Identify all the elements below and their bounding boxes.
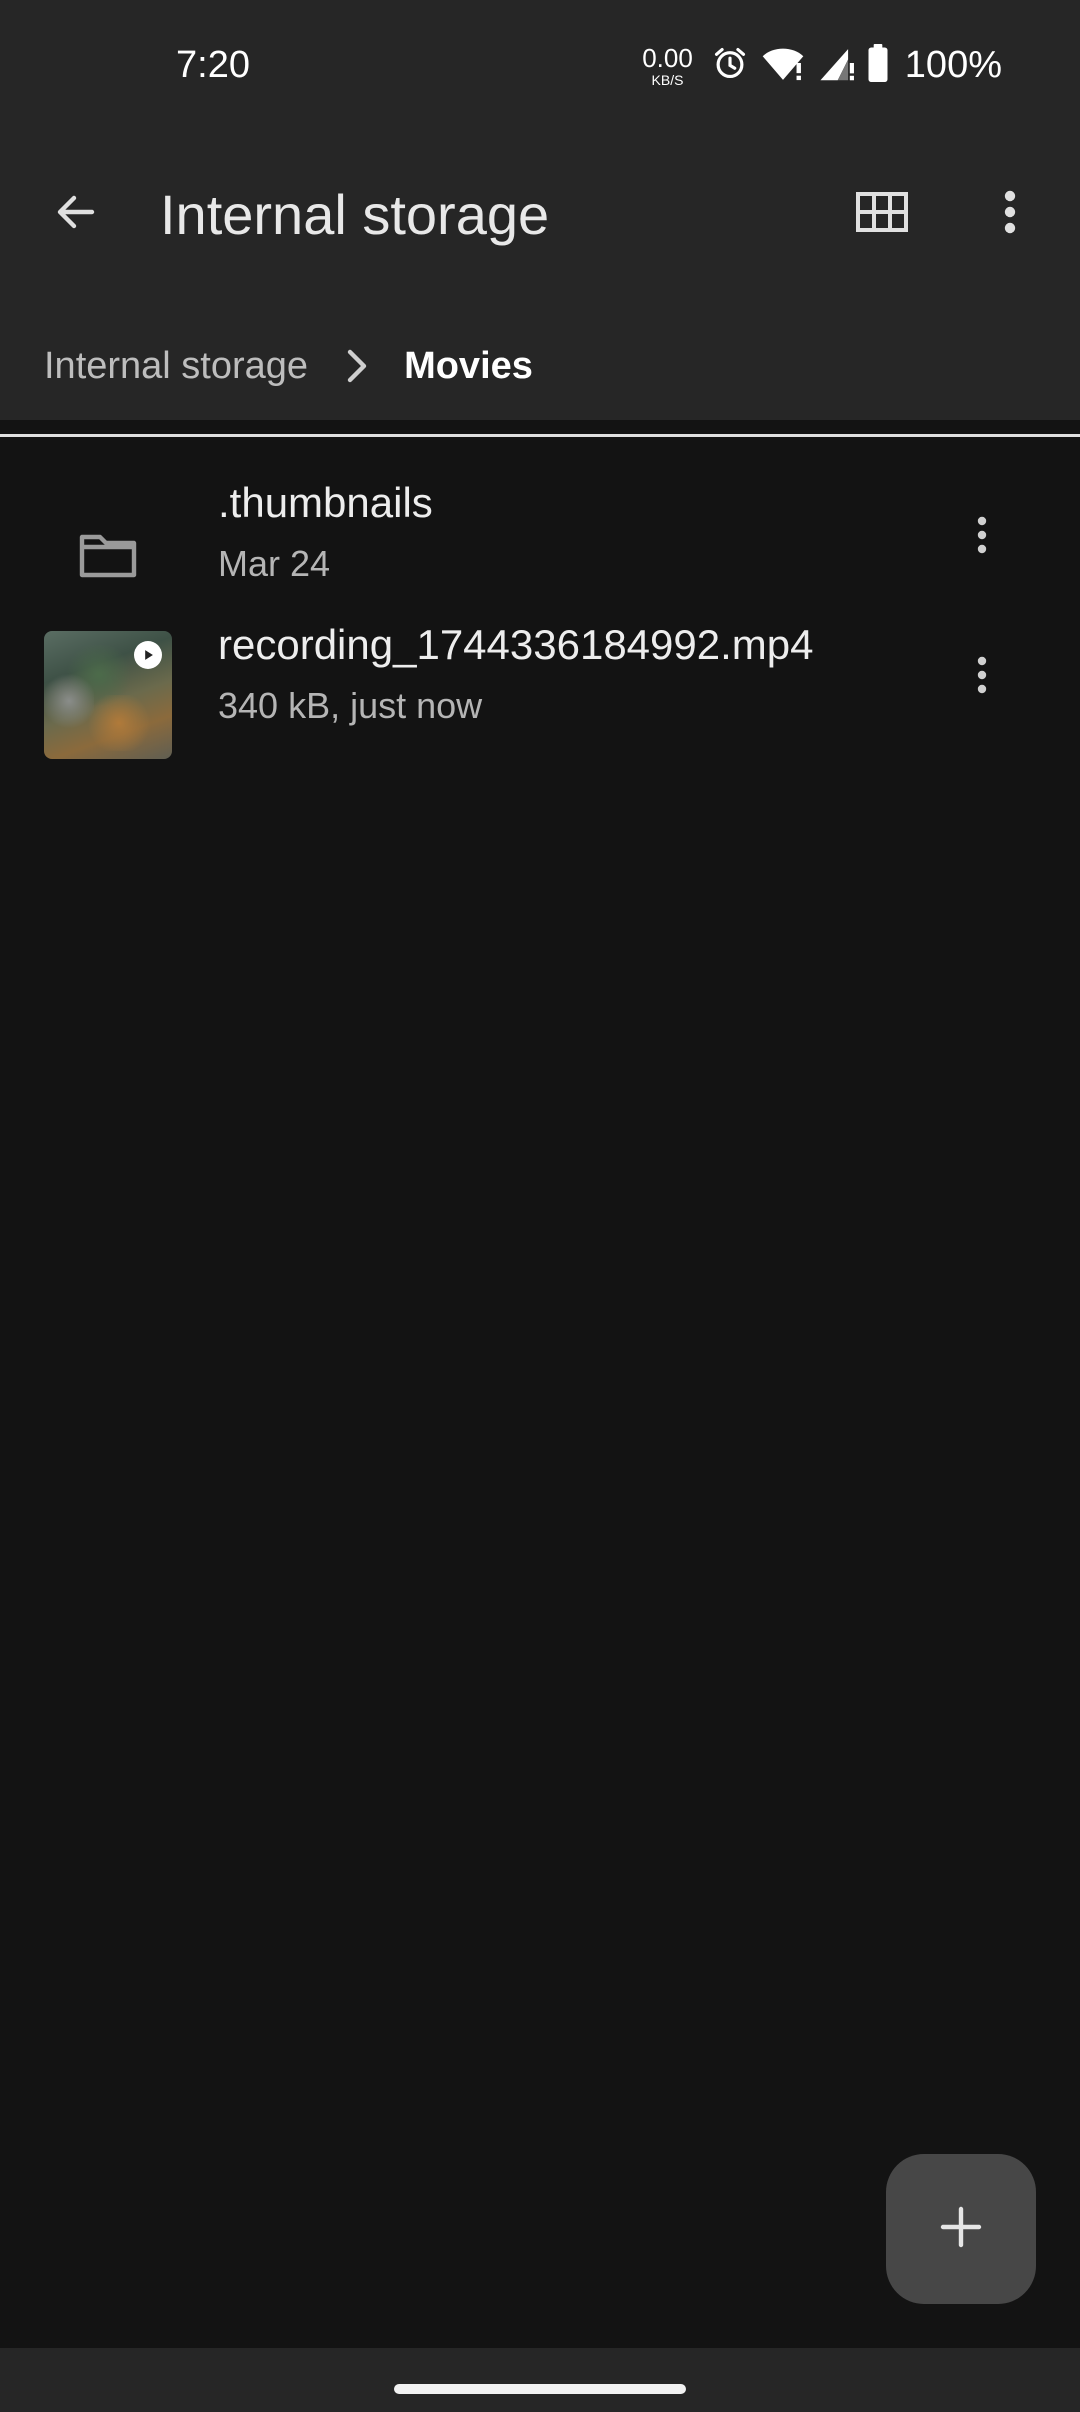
page-title: Internal storage (160, 183, 550, 246)
net-speed-unit: KB/S (651, 71, 684, 88)
breadcrumb-internal-storage[interactable]: Internal storage (44, 345, 308, 388)
list-item-thumbnails-folder[interactable]: .thumbnails Mar 24 (0, 437, 1080, 633)
back-button[interactable] (40, 178, 112, 250)
file-meta: 340 kB, just now (218, 685, 483, 726)
more-vert-icon (975, 653, 989, 702)
breadcrumb-movies[interactable]: Movies (404, 345, 533, 388)
status-icons: 0.00 KB/S 100% (642, 44, 1002, 87)
plus-icon (937, 2203, 985, 2256)
home-gesture-handle[interactable] (394, 2384, 686, 2394)
file-name: .thumbnails (218, 479, 433, 526)
play-icon (134, 641, 162, 669)
overflow-menu-button[interactable] (974, 178, 1046, 250)
video-thumbnail (44, 631, 172, 759)
video-thumbnail-image (44, 631, 172, 759)
file-name: recording_1744336184992.mp4 (218, 621, 814, 668)
app-bar: Internal storage Internal storage Movies (0, 140, 1080, 420)
chevron-right-icon (344, 348, 368, 384)
grid-view-icon (856, 191, 908, 237)
battery-icon (867, 44, 889, 87)
signal-icon (817, 44, 855, 87)
item-more-button[interactable] (946, 501, 1018, 573)
battery-percent: 100% (904, 44, 1002, 86)
more-vert-icon (975, 513, 989, 562)
folder-icon (78, 531, 138, 584)
item-more-button[interactable] (946, 641, 1018, 713)
more-vert-icon (1002, 190, 1018, 239)
net-speed: 0.00 KB/S (642, 45, 693, 87)
status-bar: 7:20 0.00 KB/S 100% (0, 0, 1080, 140)
file-meta: Mar 24 (218, 543, 331, 584)
list-item-recording-video[interactable]: recording_1744336184992.mp4 340 kB, just… (0, 621, 1080, 829)
net-speed-value: 0.00 (642, 42, 693, 73)
status-time: 7:20 (176, 44, 250, 86)
folder-thumbnail (44, 493, 172, 621)
wifi-icon (761, 44, 805, 87)
system-nav-bar (0, 2348, 1080, 2412)
alarm-icon (711, 44, 749, 87)
grid-view-button[interactable] (846, 178, 918, 250)
breadcrumb: Internal storage Movies (44, 336, 533, 396)
file-list: .thumbnails Mar 24 recording_17443361849… (0, 437, 1080, 829)
add-button[interactable] (886, 2154, 1036, 2304)
arrow-back-icon (52, 188, 100, 241)
